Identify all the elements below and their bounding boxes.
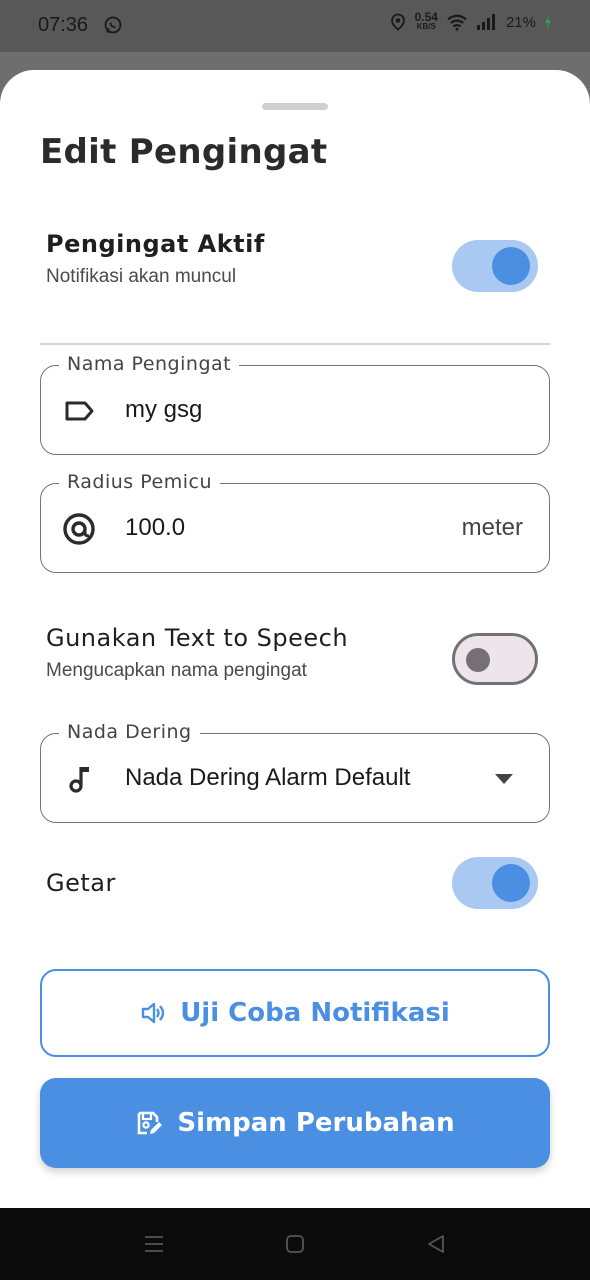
trigger-radius-input[interactable]: 100.0 (125, 514, 185, 542)
network-speed: 0.54 KB/S (414, 10, 438, 31)
save-edit-icon (138, 1111, 163, 1135)
location-icon (390, 13, 405, 31)
trigger-radius-label: Radius Pemicu (59, 471, 220, 493)
whatsapp-icon (104, 16, 122, 34)
reminder-name-input[interactable]: my gsg (125, 396, 202, 424)
chevron-down-icon[interactable] (495, 774, 513, 784)
drag-handle[interactable] (262, 103, 328, 110)
save-changes-button[interactable]: Simpan Perubahan (40, 1078, 550, 1168)
home-icon[interactable] (283, 1232, 307, 1256)
radius-icon (63, 513, 95, 545)
save-changes-label: Simpan Perubahan (177, 1108, 455, 1138)
music-note-icon (69, 767, 89, 793)
toggle-knob (492, 864, 530, 902)
label-icon (65, 401, 94, 421)
battery-charging-icon (545, 14, 551, 30)
signal-icon (476, 14, 495, 30)
vibrate-toggle[interactable] (452, 857, 538, 909)
trigger-radius-field[interactable]: Radius Pemicu 100.0 meter (40, 471, 550, 573)
bottom-sheet: Edit Pengingat Pengingat Aktif Notifikas… (0, 70, 590, 1208)
battery-percent: 21% (505, 13, 536, 31)
toggle-knob (492, 247, 530, 285)
page-title: Edit Pengingat (40, 132, 328, 172)
system-nav-bar (0, 1208, 590, 1280)
radius-unit: meter (461, 514, 523, 541)
toggle-knob (466, 648, 490, 672)
tts-toggle[interactable] (452, 633, 538, 685)
reminder-name-label: Nama Pengingat (59, 353, 240, 375)
test-notification-label: Uji Coba Notifikasi (180, 998, 450, 1028)
ringtone-field[interactable]: Nada Dering Nada Dering Alarm Default (40, 721, 550, 823)
reminder-name-field[interactable]: Nama Pengingat my gsg (40, 353, 550, 455)
wifi-icon (447, 14, 467, 31)
ringtone-select[interactable]: Nada Dering Alarm Default (125, 764, 410, 792)
back-icon[interactable] (424, 1232, 448, 1256)
menu-icon[interactable] (142, 1232, 166, 1256)
active-reminder-toggle[interactable] (452, 240, 538, 292)
divider (40, 343, 550, 345)
status-icons: 0.54 KB/S 21% (389, 10, 552, 32)
status-time: 07:36 (38, 14, 89, 36)
volume-icon (141, 1002, 165, 1024)
ringtone-label: Nada Dering (59, 721, 200, 743)
test-notification-button[interactable]: Uji Coba Notifikasi (40, 969, 550, 1057)
status-bar: 07:36 0.54 KB/S 21% (0, 0, 590, 52)
